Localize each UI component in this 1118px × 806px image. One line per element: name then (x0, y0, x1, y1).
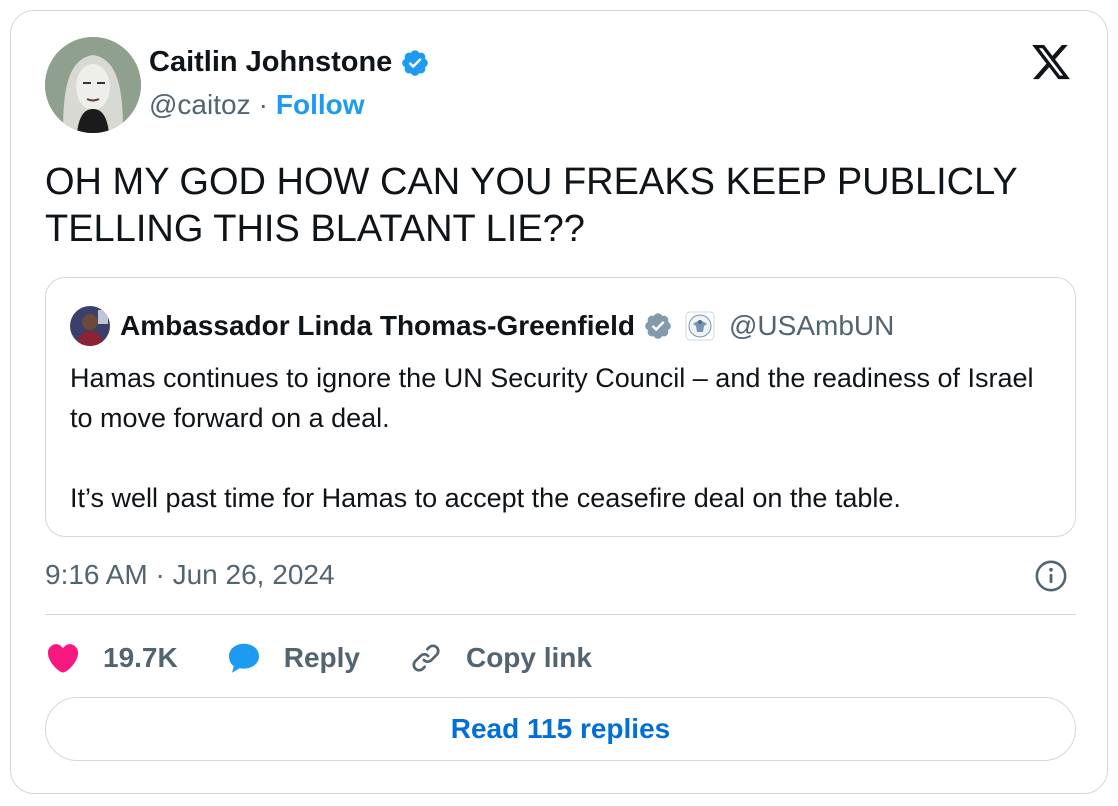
verified-badge-icon (645, 313, 671, 339)
quoted-tweet[interactable]: Ambassador Linda Thomas-Greenfield @USAm… (45, 277, 1076, 537)
us-state-department-seal-icon (685, 311, 715, 341)
verified-badge-icon (402, 49, 429, 76)
quoted-paragraph-2: It’s well past time for Hamas to accept … (70, 483, 901, 513)
quoted-author-avatar (70, 306, 110, 346)
divider (45, 614, 1076, 615)
link-icon (412, 644, 440, 672)
quoted-tweet-header: Ambassador Linda Thomas-Greenfield @USAm… (70, 306, 894, 346)
quoted-paragraph-1: Hamas continues to ignore the UN Securit… (70, 363, 1034, 433)
like-count: 19.7K (103, 642, 178, 673)
like-button[interactable]: 19.7K (45, 640, 178, 676)
quoted-author-handle: @USAmbUN (729, 310, 895, 341)
heart-icon (47, 644, 79, 673)
x-logo-icon[interactable] (1029, 41, 1073, 83)
tweet-timestamp[interactable]: 9:16 AM · Jun 26, 2024 (45, 559, 335, 591)
quoted-author-name: Ambassador Linda Thomas-Greenfield (120, 310, 635, 341)
author-name[interactable]: Caitlin Johnstone (149, 46, 430, 79)
tweet-text: OH MY GOD HOW CAN YOU FREAKS KEEP PUBLIC… (45, 161, 1018, 250)
author-avatar[interactable] (45, 37, 141, 133)
tweet-card: Caitlin Johnstone @caitoz · Follow OH MY… (10, 10, 1108, 794)
quoted-tweet-text: Hamas continues to ignore the UN Securit… (70, 358, 1060, 518)
author-handle-row: @caitoz · Follow (149, 89, 365, 121)
reply-button[interactable]: Reply (226, 640, 360, 676)
read-replies-button[interactable]: Read 115 replies (45, 697, 1076, 761)
copy-link-label: Copy link (465, 642, 592, 673)
info-icon[interactable] (1034, 559, 1068, 593)
action-bar: 19.7K Reply Copy link (45, 637, 640, 679)
author-handle[interactable]: @caitoz (149, 89, 251, 121)
follow-button[interactable]: Follow (276, 89, 365, 121)
speech-bubble-icon (228, 643, 259, 673)
separator-dot: · (258, 89, 268, 120)
copy-link-button[interactable]: Copy link (408, 640, 592, 676)
reply-label: Reply (283, 642, 360, 673)
author-name-text: Caitlin Johnstone (149, 46, 393, 78)
